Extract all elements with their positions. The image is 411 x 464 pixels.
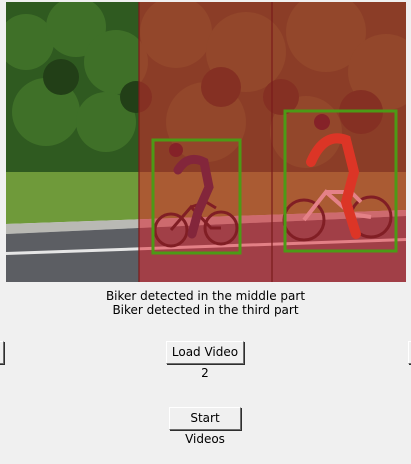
offscreen-button-left[interactable] [0, 341, 4, 364]
status-line-middle: Biker detected in the middle part [105, 289, 306, 303]
status-line-third: Biker detected in the third part [112, 303, 299, 317]
video-frame [6, 2, 406, 282]
load-video-2-button[interactable]: Load Video 2 [166, 341, 244, 380]
start-videos-button[interactable]: Start Videos [169, 407, 241, 446]
